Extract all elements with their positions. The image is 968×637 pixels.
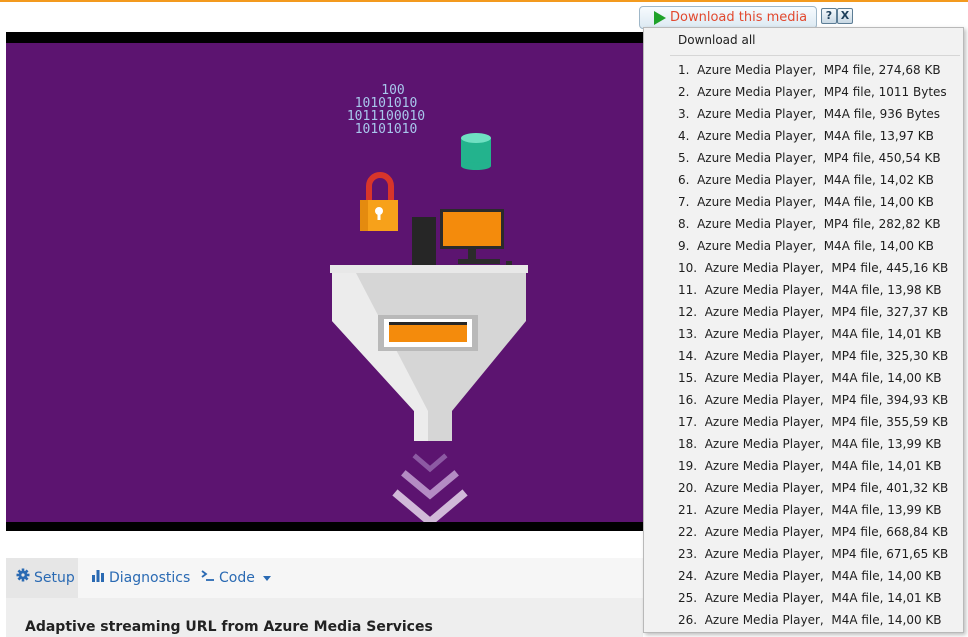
media-file-item[interactable]: 15. Azure Media Player, M4A file, 14,00 … (678, 367, 948, 389)
tab-setup[interactable]: Setup (6, 558, 78, 598)
media-file-item[interactable]: 25. Azure Media Player, M4A file, 14,01 … (678, 587, 948, 609)
padlock-icon (360, 172, 398, 231)
media-file-item[interactable]: 22. Azure Media Player, MP4 file, 668,84… (678, 521, 948, 543)
media-file-item[interactable]: 18. Azure Media Player, M4A file, 13,99 … (678, 433, 948, 455)
media-file-item[interactable]: 2. Azure Media Player, MP4 file, 1011 By… (678, 81, 948, 103)
media-file-item[interactable]: 20. Azure Media Player, MP4 file, 401,32… (678, 477, 948, 499)
tab-bar: Setup Diagnostics Code (6, 558, 643, 598)
media-file-item[interactable]: 17. Azure Media Player, MP4 file, 355,59… (678, 411, 948, 433)
tab-diagnostics-label: Diagnostics (109, 570, 191, 586)
caret-down-icon (263, 575, 272, 581)
terminal-icon (201, 558, 215, 598)
binary-digits: 100 10101010 1011100010 10101010 (347, 83, 425, 137)
media-file-list: 1. Azure Media Player, MP4 file, 274,68 … (678, 59, 948, 631)
media-file-item[interactable]: 4. Azure Media Player, M4A file, 13,97 K… (678, 125, 948, 147)
media-file-item[interactable]: 1. Azure Media Player, MP4 file, 274,68 … (678, 59, 948, 81)
download-toolbar: Download this media ? X (639, 6, 855, 29)
download-this-media-button[interactable]: Download this media (639, 6, 817, 29)
gear-icon (16, 558, 30, 598)
download-all-item[interactable]: Download all (678, 33, 755, 47)
media-file-item[interactable]: 24. Azure Media Player, M4A file, 14,00 … (678, 565, 948, 587)
database-icon (461, 133, 491, 170)
video-player[interactable]: 100 10101010 1011100010 10101010 (6, 32, 643, 531)
play-icon (654, 11, 666, 25)
panel-heading: Adaptive streaming URL from Azure Media … (25, 619, 433, 635)
help-button[interactable]: ? (821, 8, 837, 24)
media-file-item[interactable]: 14. Azure Media Player, MP4 file, 325,30… (678, 345, 948, 367)
media-file-item[interactable]: 26. Azure Media Player, M4A file, 14,00 … (678, 609, 948, 631)
media-file-item[interactable]: 8. Azure Media Player, MP4 file, 282,82 … (678, 213, 948, 235)
media-file-item[interactable]: 21. Azure Media Player, M4A file, 13,99 … (678, 499, 948, 521)
download-button-label: Download this media (670, 10, 808, 25)
setup-panel: Adaptive streaming URL from Azure Media … (6, 598, 643, 637)
tab-code-label: Code (219, 570, 255, 586)
media-file-item[interactable]: 3. Azure Media Player, M4A file, 936 Byt… (678, 103, 948, 125)
media-file-item[interactable]: 7. Azure Media Player, M4A file, 14,00 K… (678, 191, 948, 213)
tab-code[interactable]: Code (201, 558, 272, 598)
media-file-item[interactable]: 16. Azure Media Player, MP4 file, 394,93… (678, 389, 948, 411)
chevron-arrows (392, 453, 468, 522)
video-illustration: 100 10101010 1011100010 10101010 (330, 83, 528, 522)
media-file-item[interactable]: 9. Azure Media Player, M4A file, 14,00 K… (678, 235, 948, 257)
funnel-icon (330, 265, 528, 441)
media-file-item[interactable]: 11. Azure Media Player, M4A file, 13,98 … (678, 279, 948, 301)
media-file-item[interactable]: 10. Azure Media Player, MP4 file, 445,16… (678, 257, 948, 279)
tab-diagnostics[interactable]: Diagnostics (92, 558, 190, 598)
binary-line-4: 10101010 (355, 122, 418, 137)
media-file-item[interactable]: 13. Azure Media Player, M4A file, 14,01 … (678, 323, 948, 345)
close-button[interactable]: X (837, 8, 853, 24)
computer-icon (412, 209, 512, 267)
media-file-item[interactable]: 12. Azure Media Player, MP4 file, 327,37… (678, 301, 948, 323)
top-accent-bar (0, 0, 968, 2)
media-file-item[interactable]: 5. Azure Media Player, MP4 file, 450,54 … (678, 147, 948, 169)
download-menu: Download all 1. Azure Media Player, MP4 … (643, 27, 964, 633)
menu-divider (670, 55, 960, 56)
media-file-item[interactable]: 23. Azure Media Player, MP4 file, 671,65… (678, 543, 948, 565)
media-file-item[interactable]: 6. Azure Media Player, M4A file, 14,02 K… (678, 169, 948, 191)
video-frame[interactable]: 100 10101010 1011100010 10101010 (6, 43, 643, 522)
bar-chart-icon (92, 558, 105, 598)
media-file-item[interactable]: 19. Azure Media Player, M4A file, 14,01 … (678, 455, 948, 477)
tab-setup-label: Setup (34, 570, 75, 586)
